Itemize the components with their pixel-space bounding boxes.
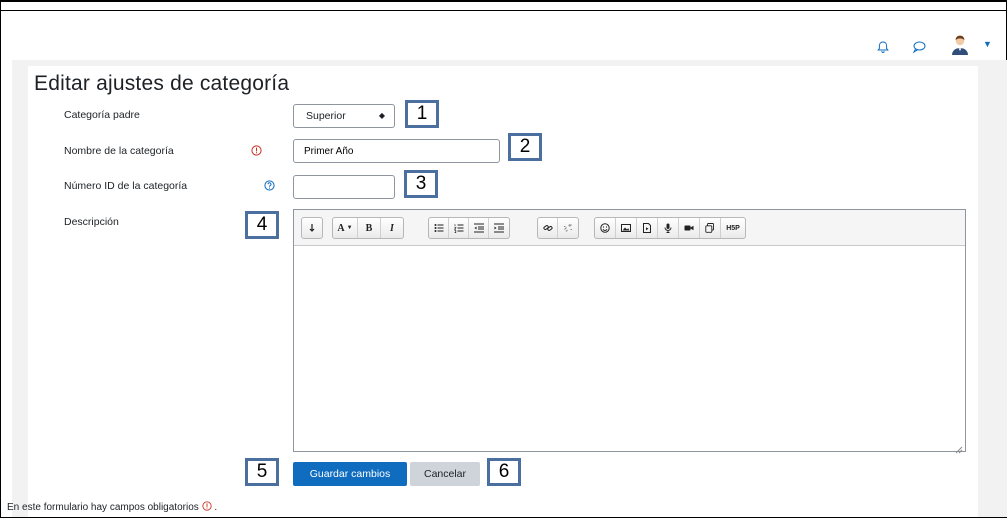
toolbar-group-collapse bbox=[301, 217, 323, 239]
description-editor: A ▼ B I H5P bbox=[293, 209, 966, 454]
callout-3: 3 bbox=[404, 170, 438, 198]
resize-handle-icon[interactable] bbox=[955, 441, 963, 454]
manage-files-icon[interactable] bbox=[700, 218, 721, 238]
callout-6: 6 bbox=[487, 458, 521, 486]
italic-button[interactable]: I bbox=[381, 218, 403, 238]
toolbar-group-lists bbox=[428, 217, 510, 239]
required-note-text: En este formulario hay campos obligatori… bbox=[7, 502, 199, 513]
category-name-label: Nombre de la categoría bbox=[64, 145, 174, 157]
category-id-input[interactable] bbox=[293, 175, 395, 199]
chat-bubble-icon[interactable] bbox=[912, 40, 926, 54]
editor-toolbar: A ▼ B I H5P bbox=[294, 210, 965, 246]
unlink-icon[interactable] bbox=[558, 218, 578, 238]
image-icon[interactable] bbox=[616, 218, 637, 238]
required-icon bbox=[201, 501, 212, 511]
description-textarea[interactable] bbox=[294, 246, 965, 451]
collapse-toolbar-icon[interactable] bbox=[302, 218, 322, 238]
emoji-icon[interactable] bbox=[595, 218, 616, 238]
font-style-label: A bbox=[337, 222, 345, 234]
cancel-button[interactable]: Cancelar bbox=[410, 462, 480, 486]
help-icon[interactable] bbox=[264, 180, 275, 191]
ordered-list-icon[interactable] bbox=[449, 218, 469, 238]
callout-5: 5 bbox=[245, 458, 279, 486]
font-style-dropdown-icon: ▼ bbox=[346, 225, 353, 231]
page-title: Editar ajustes de categoría bbox=[34, 72, 290, 95]
video-camera-icon[interactable] bbox=[679, 218, 700, 238]
description-label: Descripción bbox=[64, 216, 119, 228]
font-style-button[interactable]: A ▼ bbox=[333, 218, 358, 238]
h5p-button[interactable]: H5P bbox=[721, 218, 745, 238]
bold-button[interactable]: B bbox=[358, 218, 381, 238]
callout-1: 1 bbox=[405, 100, 439, 128]
avatar[interactable] bbox=[949, 34, 971, 56]
select-arrows-icon: ◆ bbox=[378, 111, 385, 120]
required-note-suffix: . bbox=[211, 502, 218, 513]
media-icon[interactable] bbox=[637, 218, 658, 238]
category-name-input[interactable] bbox=[293, 139, 500, 163]
category-id-label: Número ID de la categoría bbox=[64, 180, 188, 192]
link-icon[interactable] bbox=[538, 218, 558, 238]
save-button[interactable]: Guardar cambios bbox=[293, 462, 407, 486]
callout-4: 4 bbox=[245, 211, 279, 239]
unordered-list-icon[interactable] bbox=[429, 218, 449, 238]
parent-category-value: Superior bbox=[306, 110, 346, 122]
indent-icon[interactable] bbox=[489, 218, 509, 238]
callout-2: 2 bbox=[508, 133, 542, 161]
parent-category-label: Categoría padre bbox=[64, 109, 140, 121]
chevron-down-icon[interactable]: ▼ bbox=[983, 39, 992, 49]
topbar-divider bbox=[0, 10, 1007, 11]
outdent-icon[interactable] bbox=[469, 218, 489, 238]
bell-icon[interactable] bbox=[876, 40, 890, 54]
toolbar-group-style: A ▼ B I bbox=[332, 217, 404, 239]
toolbar-group-links bbox=[537, 217, 579, 239]
parent-category-select[interactable]: Superior ◆ bbox=[293, 104, 395, 128]
toolbar-group-media: H5P bbox=[594, 217, 746, 239]
required-icon bbox=[251, 145, 262, 156]
microphone-icon[interactable] bbox=[658, 218, 679, 238]
required-fields-note: En este formulario hay campos obligatori… bbox=[7, 501, 217, 513]
